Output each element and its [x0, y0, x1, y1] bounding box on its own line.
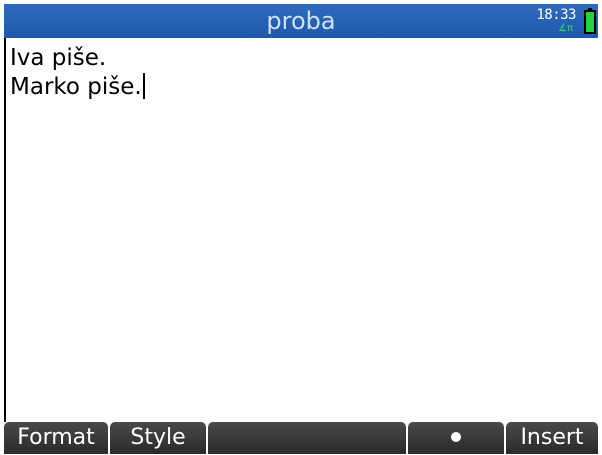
- battery-terminal: [588, 8, 592, 11]
- clock: 18:33: [536, 7, 576, 23]
- text-editor[interactable]: Iva piše. Marko piše.: [10, 44, 596, 102]
- editor-line-text: Marko piše.: [10, 74, 142, 100]
- editor-line-text: Iva piše.: [10, 45, 107, 71]
- editor-line[interactable]: Iva piše.: [10, 44, 596, 73]
- insert-button[interactable]: Insert: [506, 422, 598, 454]
- dot-icon: [451, 432, 461, 442]
- calculator-screen: proba 18:33 ∡π Iva piše. Marko piše. For…: [0, 0, 602, 455]
- bullet-button[interactable]: [408, 422, 504, 454]
- title-bar: proba 18:33 ∡π: [4, 4, 598, 38]
- document-title: proba: [266, 7, 336, 35]
- editor-line[interactable]: Marko piše.: [10, 73, 596, 102]
- battery-icon: [584, 8, 596, 34]
- text-cursor: [142, 73, 145, 99]
- editor-left-border: [4, 38, 6, 422]
- angle-mode-indicator: ∡π: [558, 23, 573, 34]
- style-button[interactable]: Style: [110, 422, 206, 454]
- softkey-menu: Format Style Insert: [4, 422, 598, 454]
- format-button[interactable]: Format: [4, 422, 108, 454]
- empty-softkey[interactable]: [208, 422, 406, 454]
